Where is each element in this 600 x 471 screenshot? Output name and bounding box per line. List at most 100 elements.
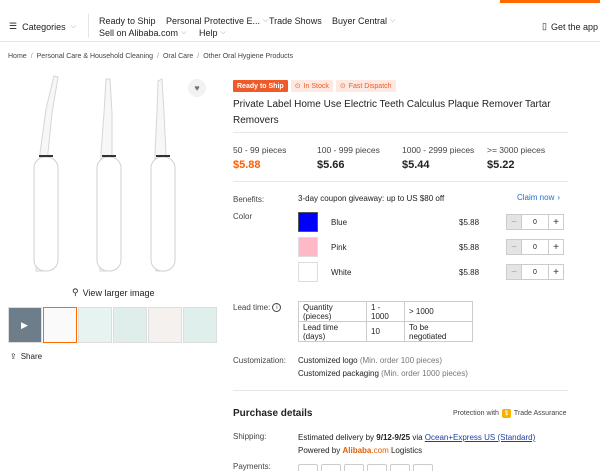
breadcrumb-personal-care[interactable]: Personal Care & Household Cleaning bbox=[37, 53, 153, 60]
title-divider bbox=[233, 132, 568, 133]
decrease-button[interactable]: − bbox=[506, 214, 522, 230]
color-name: Pink bbox=[331, 243, 347, 252]
color-option-blue: Blue $5.88 − 0 + bbox=[298, 212, 568, 232]
quantity-stepper: − 0 + bbox=[506, 214, 564, 230]
increase-button[interactable]: + bbox=[548, 239, 564, 255]
view-larger-label: View larger image bbox=[82, 287, 155, 298]
ready-to-ship-badge: Ready to Ship bbox=[233, 80, 288, 92]
customization-name: Customized logo bbox=[298, 356, 358, 365]
color-name: Blue bbox=[331, 218, 348, 227]
nav-link-ready-to-ship[interactable]: Ready to Ship bbox=[99, 16, 156, 26]
in-stock-badge: ⊙ In Stock bbox=[290, 80, 333, 92]
breadcrumb: Home / Personal Care & Household Cleaning… bbox=[8, 53, 293, 60]
payment-icons bbox=[298, 464, 433, 471]
price-tier-2: 100 - 999 pieces $5.66 bbox=[317, 145, 380, 171]
shipping-method-link[interactable]: Ocean+Express US (Standard) bbox=[425, 433, 536, 442]
price-tier-4: >= 3000 pieces $5.22 bbox=[487, 145, 545, 171]
favorite-heart-button[interactable]: ♥ bbox=[188, 79, 206, 97]
color-price: $5.88 bbox=[459, 218, 480, 227]
product-badges: Ready to Ship ⊙ In Stock ⊙ Fast Dispatch bbox=[233, 80, 396, 92]
breadcrumb-current[interactable]: Other Oral Hygiene Products bbox=[203, 53, 293, 60]
nav-link-label: Trade Shows bbox=[269, 16, 322, 26]
claim-label: Claim now bbox=[517, 193, 555, 202]
price-tier-3: 1000 - 2999 pieces $5.44 bbox=[402, 145, 474, 171]
top-accent-orange bbox=[500, 0, 600, 3]
visa-icon bbox=[298, 464, 318, 471]
table-row: Lead time (days) 10 To be negotiated bbox=[298, 321, 473, 342]
nav-link-label: Buyer Central bbox=[332, 16, 388, 26]
trade-assurance-info[interactable]: Protection with $ Trade Assurance bbox=[453, 409, 567, 418]
breadcrumb-oral-care[interactable]: Oral Care bbox=[163, 53, 193, 60]
color-swatch-pink[interactable] bbox=[298, 237, 318, 257]
share-button[interactable]: ⇪ Share bbox=[10, 352, 42, 361]
increase-button[interactable]: + bbox=[548, 264, 564, 280]
info-icon[interactable]: i bbox=[272, 303, 282, 312]
shipping-label: Shipping: bbox=[233, 432, 267, 441]
share-label: Share bbox=[20, 352, 43, 361]
claim-now-link[interactable]: Claim now › bbox=[517, 193, 560, 202]
chevron-down-icon: ⌵ bbox=[263, 17, 269, 24]
get-app-label: Get the app bbox=[550, 21, 598, 32]
shipping-estimate: Estimated delivery by 9/12-9/25 via Ocea… bbox=[298, 431, 535, 444]
thumbnail-1[interactable] bbox=[43, 307, 77, 343]
table-cell: 10 bbox=[366, 321, 405, 342]
benefits-label: Benefits: bbox=[233, 195, 265, 204]
thumbnail-4[interactable] bbox=[148, 307, 182, 343]
customization-packaging: Customized packaging (Min. order 1000 pi… bbox=[298, 369, 468, 378]
thumbnail-3[interactable] bbox=[113, 307, 147, 343]
quantity-input[interactable]: 0 bbox=[522, 214, 548, 230]
customization-name: Customized packaging bbox=[298, 369, 379, 378]
get-app-link[interactable]: ▯ Get the app bbox=[542, 21, 598, 32]
color-swatch-white[interactable] bbox=[298, 262, 318, 282]
customization-label: Customization: bbox=[233, 356, 286, 365]
protection-name: Trade Assurance bbox=[513, 410, 567, 417]
nav-link-help[interactable]: Help ⌵ bbox=[199, 28, 226, 38]
view-larger-image-button[interactable]: ⚲ View larger image bbox=[72, 287, 154, 298]
decrease-button[interactable]: − bbox=[506, 264, 522, 280]
menu-icon: ☰ bbox=[9, 21, 18, 31]
protection-prefix: Protection with bbox=[453, 410, 499, 417]
payment-method-icon bbox=[367, 464, 387, 471]
thumbnail-video[interactable]: ▶ bbox=[8, 307, 42, 343]
product-main-image[interactable] bbox=[8, 73, 214, 277]
lead-time-label: Lead time: i bbox=[233, 303, 282, 312]
nav-link-label: Help bbox=[199, 28, 218, 38]
nav-link-ppe[interactable]: Personal Protective E... ⌵ bbox=[166, 16, 268, 26]
payment-method-icon bbox=[413, 464, 433, 471]
quantity-stepper: − 0 + bbox=[506, 239, 564, 255]
table-row: Quantity (pieces) 1 - 1000 > 1000 bbox=[298, 301, 473, 322]
tier-qty: 100 - 999 pieces bbox=[317, 145, 380, 155]
in-stock-label: In Stock bbox=[303, 82, 329, 90]
thumbnail-2[interactable] bbox=[78, 307, 112, 343]
shield-icon: $ bbox=[501, 409, 511, 418]
nav-link-label: Personal Protective E... bbox=[166, 16, 261, 26]
customization-note: (Min. order 1000 pieces) bbox=[381, 369, 468, 378]
color-price: $5.88 bbox=[459, 268, 480, 277]
nav-link-sell[interactable]: Sell on Alibaba.com ⌵ bbox=[99, 28, 186, 38]
powered-suffix: Logistics bbox=[390, 446, 423, 455]
purchase-details-title: Purchase details bbox=[233, 408, 313, 419]
breadcrumb-home[interactable]: Home bbox=[8, 53, 27, 60]
tier-price: $5.88 bbox=[233, 159, 261, 171]
price-divider bbox=[233, 181, 568, 182]
decrease-button[interactable]: − bbox=[506, 239, 522, 255]
tier-price: $5.66 bbox=[317, 159, 345, 171]
thumbnail-5[interactable] bbox=[183, 307, 217, 343]
color-swatch-blue[interactable] bbox=[298, 212, 318, 232]
categories-menu[interactable]: ☰ Categories ⌵ bbox=[9, 21, 76, 32]
quantity-input[interactable]: 0 bbox=[522, 264, 548, 280]
payments-label: Payments: bbox=[233, 462, 271, 471]
quantity-input[interactable]: 0 bbox=[522, 239, 548, 255]
nav-link-buyer-central[interactable]: Buyer Central ⌵ bbox=[332, 16, 395, 26]
chevron-right-icon: › bbox=[557, 193, 561, 202]
alibaba-logo: Alibaba.com bbox=[342, 446, 388, 455]
lead-time-table: Quantity (pieces) 1 - 1000 > 1000 Lead t… bbox=[298, 301, 473, 342]
customization-note: (Min. order 100 pieces) bbox=[359, 356, 443, 365]
nav-link-trade-shows[interactable]: Trade Shows bbox=[269, 16, 322, 26]
product-title: Private Label Home Use Electric Teeth Ca… bbox=[233, 99, 551, 126]
shipping-via: via bbox=[412, 433, 423, 442]
fast-dispatch-label: Fast Dispatch bbox=[348, 82, 392, 90]
increase-button[interactable]: + bbox=[548, 214, 564, 230]
chevron-down-icon: ⌵ bbox=[220, 29, 226, 36]
phone-icon: ▯ bbox=[542, 21, 547, 31]
